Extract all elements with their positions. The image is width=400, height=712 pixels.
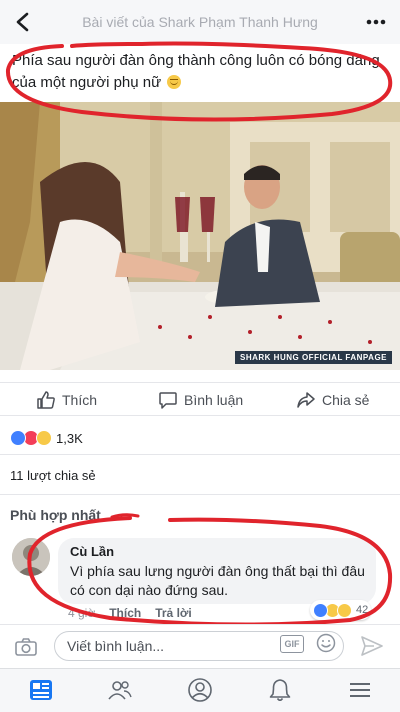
friends-icon[interactable] — [107, 677, 133, 703]
like-reaction-icon — [10, 430, 26, 446]
haha-reaction-icon — [36, 430, 52, 446]
like-button[interactable]: Thích — [36, 389, 97, 411]
comment-composer: Viết bình luận... GIF — [0, 624, 400, 669]
page-title: Bài viết của Shark Phạm Thanh Hưng — [82, 14, 318, 30]
share-count[interactable]: 11 lượt chia sẻ — [10, 468, 96, 483]
share-button[interactable]: Chia sẻ — [296, 389, 369, 411]
divider — [0, 494, 400, 495]
share-label: Chia sẻ — [322, 392, 370, 408]
post-photo[interactable]: SHARK HUNG OFFICIAL FANPAGE — [0, 102, 400, 370]
emoji-smile-icon[interactable] — [316, 633, 336, 653]
bottom-tab-bar — [0, 668, 400, 712]
comment-bubble-icon — [159, 392, 177, 409]
comment-label: Bình luận — [184, 392, 244, 408]
red-annotation-circle — [27, 516, 393, 627]
menu-icon[interactable] — [347, 677, 373, 703]
camera-icon[interactable] — [14, 637, 38, 657]
notifications-bell-icon[interactable] — [267, 677, 293, 703]
like-label: Thích — [62, 392, 98, 408]
send-icon[interactable] — [360, 635, 384, 657]
photo-watermark: SHARK HUNG OFFICIAL FANPAGE — [235, 351, 392, 364]
back-chevron-icon[interactable] — [14, 12, 32, 32]
news-feed-icon[interactable] — [28, 677, 54, 703]
post-actions-bar: Thích Bình luận Chia sẻ — [0, 382, 400, 416]
thumbs-up-icon — [37, 391, 55, 409]
more-dots-icon[interactable] — [364, 12, 388, 32]
profile-icon[interactable] — [187, 677, 213, 703]
reactions-summary[interactable]: 1,3K — [10, 428, 83, 448]
top-bar: Bài viết của Shark Phạm Thanh Hưng — [0, 0, 400, 44]
reaction-count: 1,3K — [56, 430, 83, 446]
gif-icon[interactable]: GIF — [280, 635, 304, 653]
share-arrow-icon — [297, 392, 315, 408]
red-annotation-circle — [5, 41, 393, 122]
comment-button[interactable]: Bình luận — [158, 389, 243, 411]
post-photo-illustration — [0, 102, 400, 370]
divider — [0, 454, 400, 455]
